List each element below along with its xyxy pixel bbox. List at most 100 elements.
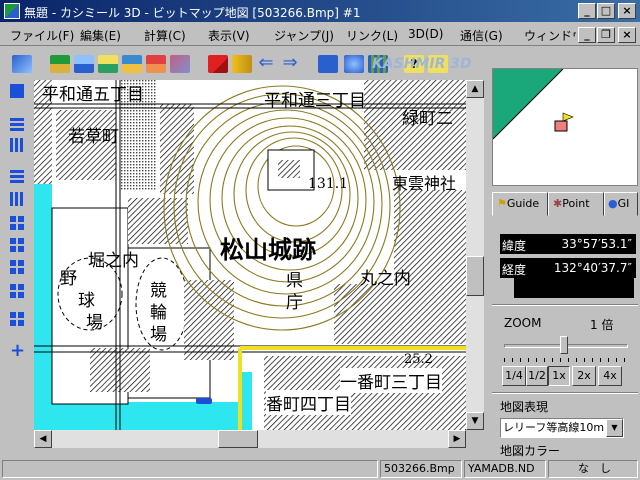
overview-minimap[interactable] bbox=[492, 68, 638, 186]
vertical-scroll-thumb[interactable] bbox=[466, 256, 484, 296]
label-ichiban4: 番町四丁目 bbox=[266, 390, 351, 415]
longitude-value: 132°40′37.7″ bbox=[553, 261, 632, 275]
menu-3d[interactable]: 3D(D) bbox=[408, 27, 443, 41]
label-cho: 庁 bbox=[286, 293, 303, 313]
menu-jump[interactable]: ジャンプ(J) bbox=[274, 27, 334, 44]
scroll-down-button[interactable]: ▼ bbox=[466, 412, 484, 430]
mdi-minimize-button[interactable]: _ bbox=[578, 27, 596, 43]
zoom-half-button[interactable]: 1/2 bbox=[526, 366, 548, 386]
window-title: 無題 - カシミール 3D - ビットマップ地図 [503266.Bmp] #1 bbox=[24, 6, 361, 20]
back-arrow-icon[interactable]: ⇐ bbox=[256, 54, 276, 73]
label-keirin-3: 場 bbox=[150, 325, 167, 345]
app-icon[interactable] bbox=[4, 3, 20, 19]
guide-flag-icon: ⚑ bbox=[497, 197, 507, 210]
menu-comm[interactable]: 通信(G) bbox=[460, 27, 503, 44]
map-color-label: 地図カラー bbox=[500, 444, 561, 458]
split-v2-icon[interactable] bbox=[10, 138, 24, 152]
panel-divider-2 bbox=[492, 392, 638, 394]
minimap-graphic bbox=[493, 69, 574, 140]
close-button[interactable]: × bbox=[618, 3, 636, 19]
split-grid-b-icon[interactable] bbox=[10, 238, 24, 252]
split-h3-icon[interactable] bbox=[10, 170, 24, 184]
menu-edit[interactable]: 編集(E) bbox=[80, 27, 121, 44]
zoom-quarter-button[interactable]: 1/4 bbox=[502, 366, 526, 386]
split-grid-c-icon[interactable] bbox=[10, 260, 24, 274]
key-icon[interactable] bbox=[232, 55, 252, 73]
map-display-label: 地図表現 bbox=[500, 400, 549, 414]
layer-terrain-icon[interactable] bbox=[122, 55, 142, 73]
elevation-display bbox=[514, 278, 634, 298]
home-tool-icon[interactable] bbox=[12, 55, 32, 73]
panel-divider-1 bbox=[492, 304, 638, 306]
position-marker bbox=[196, 398, 212, 404]
label-shinonome: 東雲神社 bbox=[392, 174, 457, 193]
maximize-button[interactable]: □ bbox=[597, 3, 615, 19]
label-marunouchi: 丸之内 bbox=[360, 269, 411, 289]
point-star-icon: ✱ bbox=[553, 197, 563, 210]
label-castle-ruins: 松山城跡 bbox=[220, 235, 316, 264]
panel-tabs: ⚑Guide ✱Point ●GI bbox=[492, 192, 638, 218]
split-grid-d-icon[interactable] bbox=[10, 284, 24, 298]
longitude-label: 経度 bbox=[502, 263, 527, 277]
forward-arrow-icon[interactable]: ⇒ bbox=[280, 54, 300, 73]
drop-icon[interactable] bbox=[344, 55, 364, 73]
map-view[interactable]: 平和通五丁目 平和通三丁目 緑町二 若草町 131.1 東雲神社 松山城跡 堀之… bbox=[34, 80, 466, 430]
map-display-dropdown-icon[interactable]: ▼ bbox=[606, 419, 623, 437]
add-view-icon[interactable]: + bbox=[10, 342, 25, 360]
horizontal-scroll-thumb[interactable] bbox=[218, 430, 258, 448]
map-horizontal-scrollbar[interactable]: ◀ ▶ bbox=[34, 430, 466, 448]
status-file: 503266.Bmp bbox=[380, 460, 462, 478]
single-view-icon[interactable] bbox=[10, 84, 24, 98]
layer-blue-icon[interactable] bbox=[74, 55, 94, 73]
label-yakyu-1: 野 bbox=[60, 269, 77, 289]
scroll-right-button[interactable]: ▶ bbox=[448, 430, 466, 448]
label-yakyu-3: 場 bbox=[86, 313, 103, 333]
menu-window[interactable]: ウィンドウ(W) bbox=[524, 27, 576, 44]
tab-point[interactable]: ✱Point bbox=[548, 192, 604, 216]
menu-file[interactable]: ファイル(F) bbox=[10, 27, 74, 44]
zoom-4x-button[interactable]: 4x bbox=[598, 366, 622, 386]
title-bar[interactable]: 無題 - カシミール 3D - ビットマップ地図 [503266.Bmp] #1… bbox=[0, 0, 640, 22]
longitude-display: 経度 132°40′37.7″ bbox=[500, 258, 636, 278]
castle-building bbox=[278, 160, 300, 178]
globe-icon: ● bbox=[608, 197, 618, 210]
navigation-panel: ⚑Guide ✱Point ●GI 緯度 33°57′53.1″ 経度 132°… bbox=[490, 46, 640, 460]
layer-green-icon[interactable] bbox=[50, 55, 70, 73]
mdi-close-button[interactable]: × bbox=[618, 27, 636, 43]
scroll-left-button[interactable]: ◀ bbox=[34, 430, 52, 448]
latitude-display: 緯度 33°57′53.1″ bbox=[500, 234, 636, 254]
mdi-restore-button[interactable]: ❐ bbox=[597, 27, 615, 43]
label-benchmark: 25.2 bbox=[404, 352, 433, 367]
block-prefecture bbox=[184, 280, 234, 360]
zoom-slider-thumb[interactable] bbox=[560, 336, 568, 354]
label-elevation: 131.1 bbox=[308, 176, 349, 192]
menu-view[interactable]: 表示(V) bbox=[208, 27, 250, 44]
tab-guide[interactable]: ⚑Guide bbox=[492, 192, 548, 216]
minimize-button[interactable]: _ bbox=[578, 3, 596, 19]
label-heiwa3: 平和通三丁目 bbox=[264, 91, 366, 111]
scroll-up-button[interactable]: ▲ bbox=[466, 80, 484, 98]
label-horinouchi: 堀之内 bbox=[88, 251, 139, 271]
zoom-2x-button[interactable]: 2x bbox=[572, 366, 596, 386]
status-nashi: な し bbox=[548, 460, 638, 478]
zoom-1x-button[interactable]: 1x bbox=[548, 366, 570, 386]
map-vertical-scrollbar[interactable]: ▲ ▼ bbox=[466, 80, 484, 430]
split-v3-icon[interactable] bbox=[10, 192, 24, 206]
split-h2-icon[interactable] bbox=[10, 118, 24, 132]
mountain-icon[interactable] bbox=[208, 55, 228, 73]
minimap-view-rect bbox=[554, 120, 568, 132]
layer-red-icon[interactable] bbox=[146, 55, 166, 73]
minimap-flag-icon bbox=[562, 112, 574, 122]
split-grid-a-icon[interactable] bbox=[10, 216, 24, 230]
label-wakakusa: 若草町 bbox=[68, 127, 119, 147]
menu-link[interactable]: リンク(L) bbox=[346, 27, 398, 44]
split-quad-icon[interactable] bbox=[10, 312, 24, 326]
zoom-slider-ticks bbox=[504, 358, 628, 362]
menu-calc[interactable]: 計算(C) bbox=[144, 27, 186, 44]
tab-gis[interactable]: ●GI bbox=[604, 192, 638, 216]
layer-relief-icon[interactable] bbox=[170, 55, 190, 73]
label-heiwa5: 平和通五丁目 bbox=[42, 85, 144, 105]
layer-yellow-icon[interactable] bbox=[98, 55, 118, 73]
camera-icon[interactable] bbox=[318, 55, 338, 73]
zoom-label: ZOOM bbox=[504, 316, 542, 330]
